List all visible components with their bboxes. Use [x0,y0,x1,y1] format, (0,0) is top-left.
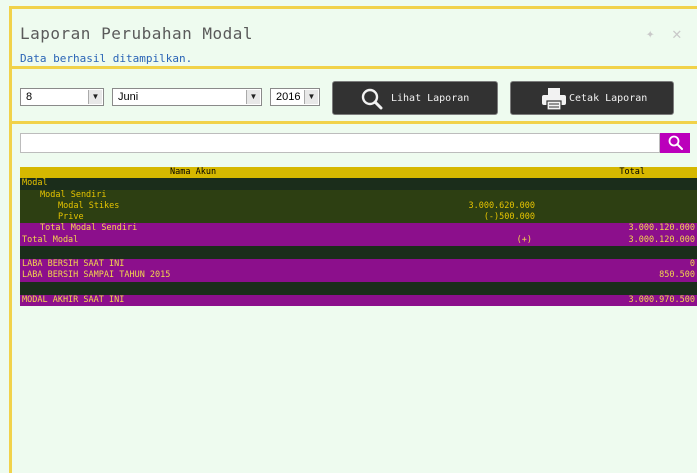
row-amount: 3.000.620.000 [468,200,535,211]
year-select-value: 2016 [276,91,301,103]
row-total: 0 [689,259,695,270]
row-spacer [20,246,697,260]
view-report-button[interactable]: Lihat Laporan [332,81,498,115]
magnifier-icon [361,88,383,110]
row-label: LABA BERSIH SAAT INI [22,259,125,270]
table-row: LABA BERSIH SAAT INI 0 [20,259,697,271]
table-header: Nama Akun Total [20,167,697,179]
row-label: Total Modal [22,234,79,245]
status-message: Data berhasil ditampilkan. [20,52,193,65]
row-label: Prive [58,212,84,223]
row-total: 3.000.970.500 [628,294,695,305]
report-table: Nama Akun Total Modal Modal Sendiri Moda… [20,167,697,306]
page-title: Laporan Perubahan Modal [20,24,254,43]
row-label: Total Modal Sendiri [40,223,138,234]
month-select-value: Juni [118,91,139,103]
row-label: Modal [22,178,48,189]
view-report-label: Lihat Laporan [391,93,470,104]
toolbar-divider [9,121,697,124]
row-spacer [20,281,697,295]
row-total: 3.000.120.000 [628,234,695,245]
close-icon[interactable]: ✕ [672,24,682,43]
table-row: Modal Sendiri [20,189,697,201]
pin-icon[interactable]: ✦ [646,26,654,42]
row-total: 3.000.120.000 [628,223,695,234]
row-label: Modal Sendiri [40,189,107,200]
row-label: Modal Stikes [58,200,120,211]
year-select[interactable]: 2016 ▼ [270,88,320,106]
header-divider [9,66,697,69]
table-row: Total Modal (+) 3.000.120.000 [20,234,697,247]
printer-icon [542,88,566,111]
row-amount: (-)500.000 [483,212,535,223]
search-input[interactable] [20,133,660,153]
search-button[interactable] [660,133,690,153]
day-select-value: 8 [26,91,33,103]
month-select[interactable]: Juni ▼ [112,88,262,106]
table-row: Total Modal Sendiri 3.000.120.000 [20,223,697,235]
table-row: Modal Stikes 3.000.620.000 [20,200,697,213]
header-account-name: Nama Akun [170,167,217,177]
chevron-down-icon: ▼ [304,90,318,104]
day-select[interactable]: 8 ▼ [20,88,104,106]
row-label: LABA BERSIH SAMPAI TAHUN 2015 [22,270,171,281]
print-report-label: Cetak Laporan [569,93,648,104]
row-label: MODAL AKHIR SAAT INI [22,294,125,305]
table-row: Prive (-)500.000 [20,212,697,224]
print-report-button[interactable]: Cetak Laporan [510,81,674,115]
table-row: Modal [20,178,697,190]
row-total: 850.500 [659,270,695,281]
search-icon [668,135,683,150]
chevron-down-icon: ▼ [88,90,102,104]
header-total: Total [619,167,645,177]
table-row: LABA BERSIH SAMPAI TAHUN 2015 850.500 [20,270,697,282]
row-operator: (+) [516,234,532,245]
chevron-down-icon: ▼ [246,90,260,104]
table-row: MODAL AKHIR SAAT INI 3.000.970.500 [20,294,697,306]
